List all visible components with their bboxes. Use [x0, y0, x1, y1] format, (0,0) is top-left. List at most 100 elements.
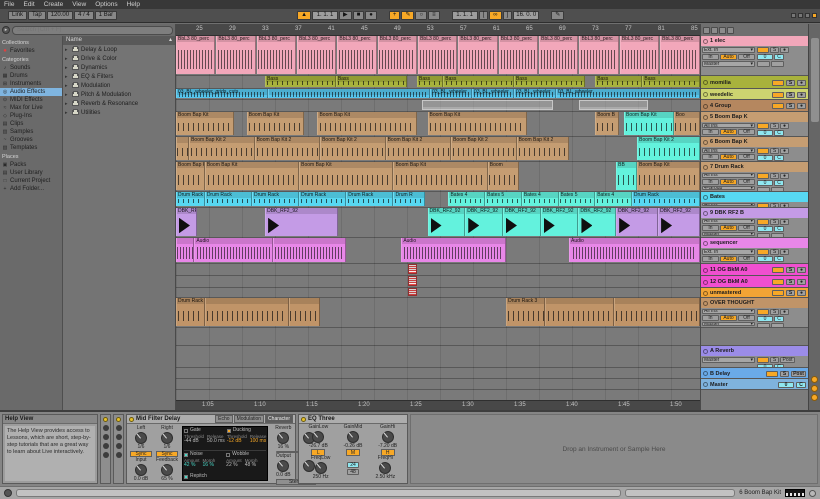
browser-folder-dynamics[interactable]: ▸Dynamics — [63, 63, 175, 72]
volume-field[interactable]: 0 — [757, 180, 773, 186]
track-name-bar[interactable]: A Reverb — [701, 346, 808, 356]
track-header-momilia[interactable]: momiliaS● — [701, 76, 808, 89]
clip-boom-bap-kit-2[interactable]: Boom Bap Kit 2 — [255, 137, 321, 160]
vertical-scrollbar-strip[interactable] — [808, 24, 820, 410]
solo-button[interactable]: S — [770, 249, 779, 255]
monitor-in[interactable]: In — [702, 256, 719, 262]
arrangement-position-display[interactable]: 1. 1. 1 — [312, 11, 338, 20]
solo-button[interactable]: S — [786, 103, 795, 109]
routing-dropdown[interactable]: All Ins▾ — [702, 309, 755, 314]
track-name-bar[interactable]: B DelaySPost — [701, 368, 808, 379]
record-button[interactable]: ● — [365, 11, 377, 20]
routing-dropdown[interactable]: Master▾ — [702, 61, 755, 67]
monitor-auto[interactable]: Auto — [720, 315, 737, 321]
track-header-b-delay[interactable]: B DelaySPost — [701, 368, 808, 379]
clip-03-bl-wheeler-grids-cuts[interactable]: 03_BL_wheeler_grids_cuts — [176, 89, 268, 98]
clip-boom-bap-kit-2[interactable]: Boom Bap Kit 2 — [517, 137, 569, 160]
volume-field[interactable]: 0 — [757, 130, 773, 136]
monitor-off[interactable]: Off — [738, 154, 755, 160]
routing-dropdown[interactable]: 4-Group▾ — [702, 186, 755, 191]
arm-button[interactable]: ● — [780, 309, 789, 315]
clip-boom-bap-kit-2[interactable]: Boom Bap Kit 2 — [320, 137, 386, 160]
sidebar-item-plug-ins[interactable]: ◇Plug-Ins — [0, 112, 62, 120]
clip-drum-rack[interactable]: Drum Rack — [632, 192, 700, 206]
clip-bbl3-80-perc[interactable]: BbL3 80_perc — [176, 36, 215, 74]
solo-button[interactable]: S — [770, 123, 779, 129]
sidebar-item-current-project[interactable]: □Current Project — [0, 177, 62, 185]
clip-bass[interactable]: Bass — [265, 76, 336, 87]
clip-bass[interactable]: Bass — [514, 76, 585, 87]
gainlow-knob[interactable] — [312, 431, 324, 443]
clip-bbl3-80-perc[interactable]: BbL3 80_perc — [499, 36, 538, 74]
clip-drum-rack[interactable]: Drum Rack — [252, 192, 299, 206]
param-value[interactable]: -44 dB — [184, 439, 204, 444]
clip-drum-r[interactable]: Drum R — [393, 192, 424, 206]
solo-button[interactable]: S — [770, 148, 779, 154]
track-name-bar[interactable]: Master0C — [701, 379, 808, 390]
track-header-11-og-bkm-a0[interactable]: 11 OG BkM A0S● — [701, 264, 808, 276]
monitor-off[interactable]: Off — [738, 54, 755, 60]
track-header-7-drum-rack[interactable]: 7 Drum RackAll Ins▾InAutoOff4-Group▾S●0C — [701, 162, 808, 192]
solo-button[interactable]: S — [780, 371, 789, 377]
gainmid-knob[interactable] — [347, 431, 359, 443]
track-activator[interactable] — [772, 290, 784, 296]
capture-midi-button[interactable]: ≡ — [428, 11, 440, 20]
slope-24[interactable]: 24 — [347, 462, 359, 468]
sidebar-item-midi-effects[interactable]: ⊙MIDI Effects — [0, 96, 62, 104]
routing-dropdown[interactable]: Ext. In▾ — [702, 47, 755, 53]
punch-in-button[interactable]: [ — [479, 11, 489, 20]
left-knob[interactable] — [135, 432, 147, 444]
arm-button[interactable]: ● — [780, 123, 789, 129]
clip-boom-bap-kit-2[interactable]: Boom Bap Kit 2 — [637, 137, 700, 160]
stop-button[interactable]: ■ — [353, 11, 365, 20]
track-fold-button[interactable] — [703, 301, 708, 306]
clip-03-bl-wheeler[interactable]: 03_BL_wheeler — [472, 89, 514, 98]
browser-collapse-icon[interactable]: ▸ — [2, 26, 10, 34]
collapsed-device-2[interactable] — [113, 414, 124, 484]
track-header-4-group[interactable]: 4 GroupS● — [701, 100, 808, 112]
freqhi-knob[interactable] — [379, 462, 391, 474]
track-activator[interactable] — [772, 103, 784, 109]
browser-folder-utilities[interactable]: ▸Utilities — [63, 108, 175, 117]
monitor-off[interactable]: Off — [738, 225, 755, 231]
pan-field[interactable]: C — [774, 130, 784, 136]
sidebar-item-add-folder[interactable]: +Add Folder... — [0, 185, 62, 193]
routing-dropdown[interactable]: All Ins▾ — [702, 219, 755, 224]
track-fold-button[interactable] — [703, 140, 708, 145]
monitor-auto[interactable]: Auto — [720, 54, 737, 60]
clip-dbk-rf2-92[interactable]: DBK_RF2_92 — [265, 208, 338, 236]
macro-knob[interactable] — [103, 425, 109, 431]
clip-boom-b[interactable]: Boom B — [595, 112, 619, 135]
sidebar-item-packs[interactable]: ▣Packs — [0, 161, 62, 169]
menu-create[interactable]: Create — [44, 1, 64, 8]
re-enable-automation-button[interactable]: ○ — [415, 11, 427, 20]
pan-field[interactable]: C — [774, 155, 784, 161]
track-name-bar[interactable]: momiliaS● — [701, 76, 808, 89]
routing-dropdown[interactable]: Master▾ — [702, 232, 755, 237]
pan-field[interactable]: C — [774, 256, 784, 262]
browser-folder-eq-filters[interactable]: ▸EQ & Filters — [63, 72, 175, 81]
info-view-toggle-icon[interactable] — [4, 489, 12, 497]
clip-11-og-bkm-a0[interactable] — [408, 264, 416, 274]
arm-button[interactable]: ● — [780, 47, 789, 53]
return-send-knob-a[interactable] — [811, 376, 818, 383]
track-header-unmastered[interactable]: unmasteredS● — [701, 288, 808, 298]
sends-section-toggle[interactable] — [711, 27, 718, 34]
monitor-auto[interactable]: Auto — [720, 179, 737, 185]
io-section-toggle[interactable] — [703, 27, 710, 34]
clip-audio[interactable]: Audio — [569, 238, 700, 262]
pre-post-toggle[interactable]: Post — [780, 357, 795, 363]
macro-knob[interactable] — [103, 434, 109, 440]
clip-bbl3-80-perc[interactable]: BbL3 80_perc — [458, 36, 497, 74]
clip-bass[interactable]: Bass — [595, 76, 642, 87]
track-fold-button[interactable] — [703, 268, 708, 273]
send-b-field[interactable] — [771, 61, 784, 67]
device-on-led[interactable] — [116, 417, 121, 422]
clip-boom-bap-kit[interactable]: Boom Bap Kit — [637, 162, 700, 190]
clip-bass[interactable]: Bass — [642, 76, 700, 87]
macro-knob[interactable] — [116, 452, 122, 458]
macro-knob[interactable] — [116, 425, 122, 431]
transport-120-00[interactable]: 120.00 — [47, 11, 73, 20]
solo-button[interactable]: S — [786, 279, 795, 285]
track-name-bar[interactable]: 11 OG BkM A0S● — [701, 264, 808, 276]
